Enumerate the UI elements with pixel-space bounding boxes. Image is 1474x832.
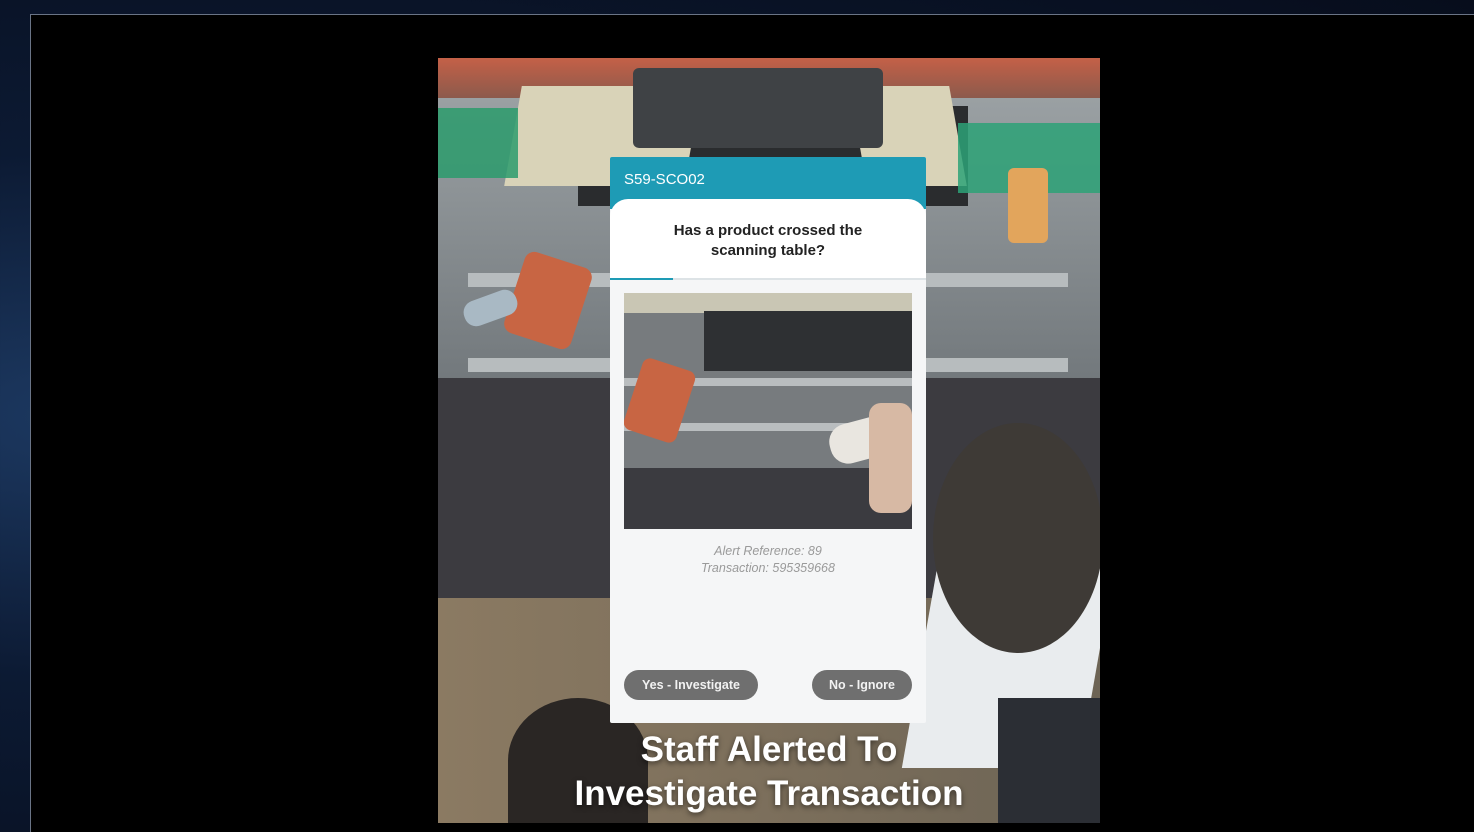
phone (1008, 168, 1048, 243)
transaction-number: Transaction: 595359668 (701, 561, 835, 575)
video-caption: Staff Alerted To Investigate Transaction (438, 728, 1100, 816)
caption-line-2: Investigate Transaction (574, 774, 964, 813)
alert-progress-fill (610, 278, 674, 280)
no-ignore-button[interactable]: No - Ignore (812, 670, 912, 700)
yes-investigate-button[interactable]: Yes - Investigate (624, 670, 758, 700)
customer-head (933, 423, 1100, 653)
snapshot-hand (869, 403, 912, 513)
caption-line-1: Staff Alerted To (640, 730, 898, 769)
alert-snapshot (624, 293, 912, 529)
alert-panel: S59-SCO02 Has a product crossed the scan… (610, 157, 926, 723)
alert-reference: Alert Reference: 89 (714, 544, 822, 558)
snapshot-egg-carton (624, 356, 698, 445)
station-id: S59-SCO02 (624, 171, 705, 188)
receipt-printer (633, 68, 883, 148)
alert-meta: Alert Reference: 89 Transaction: 5953596… (610, 543, 926, 577)
snapshot-counter-sign (624, 293, 912, 313)
alert-question: Has a product crossed the scanning table… (673, 222, 863, 259)
snapshot-terminal (704, 311, 912, 371)
bag-left (438, 108, 518, 178)
alert-progress (610, 278, 926, 280)
